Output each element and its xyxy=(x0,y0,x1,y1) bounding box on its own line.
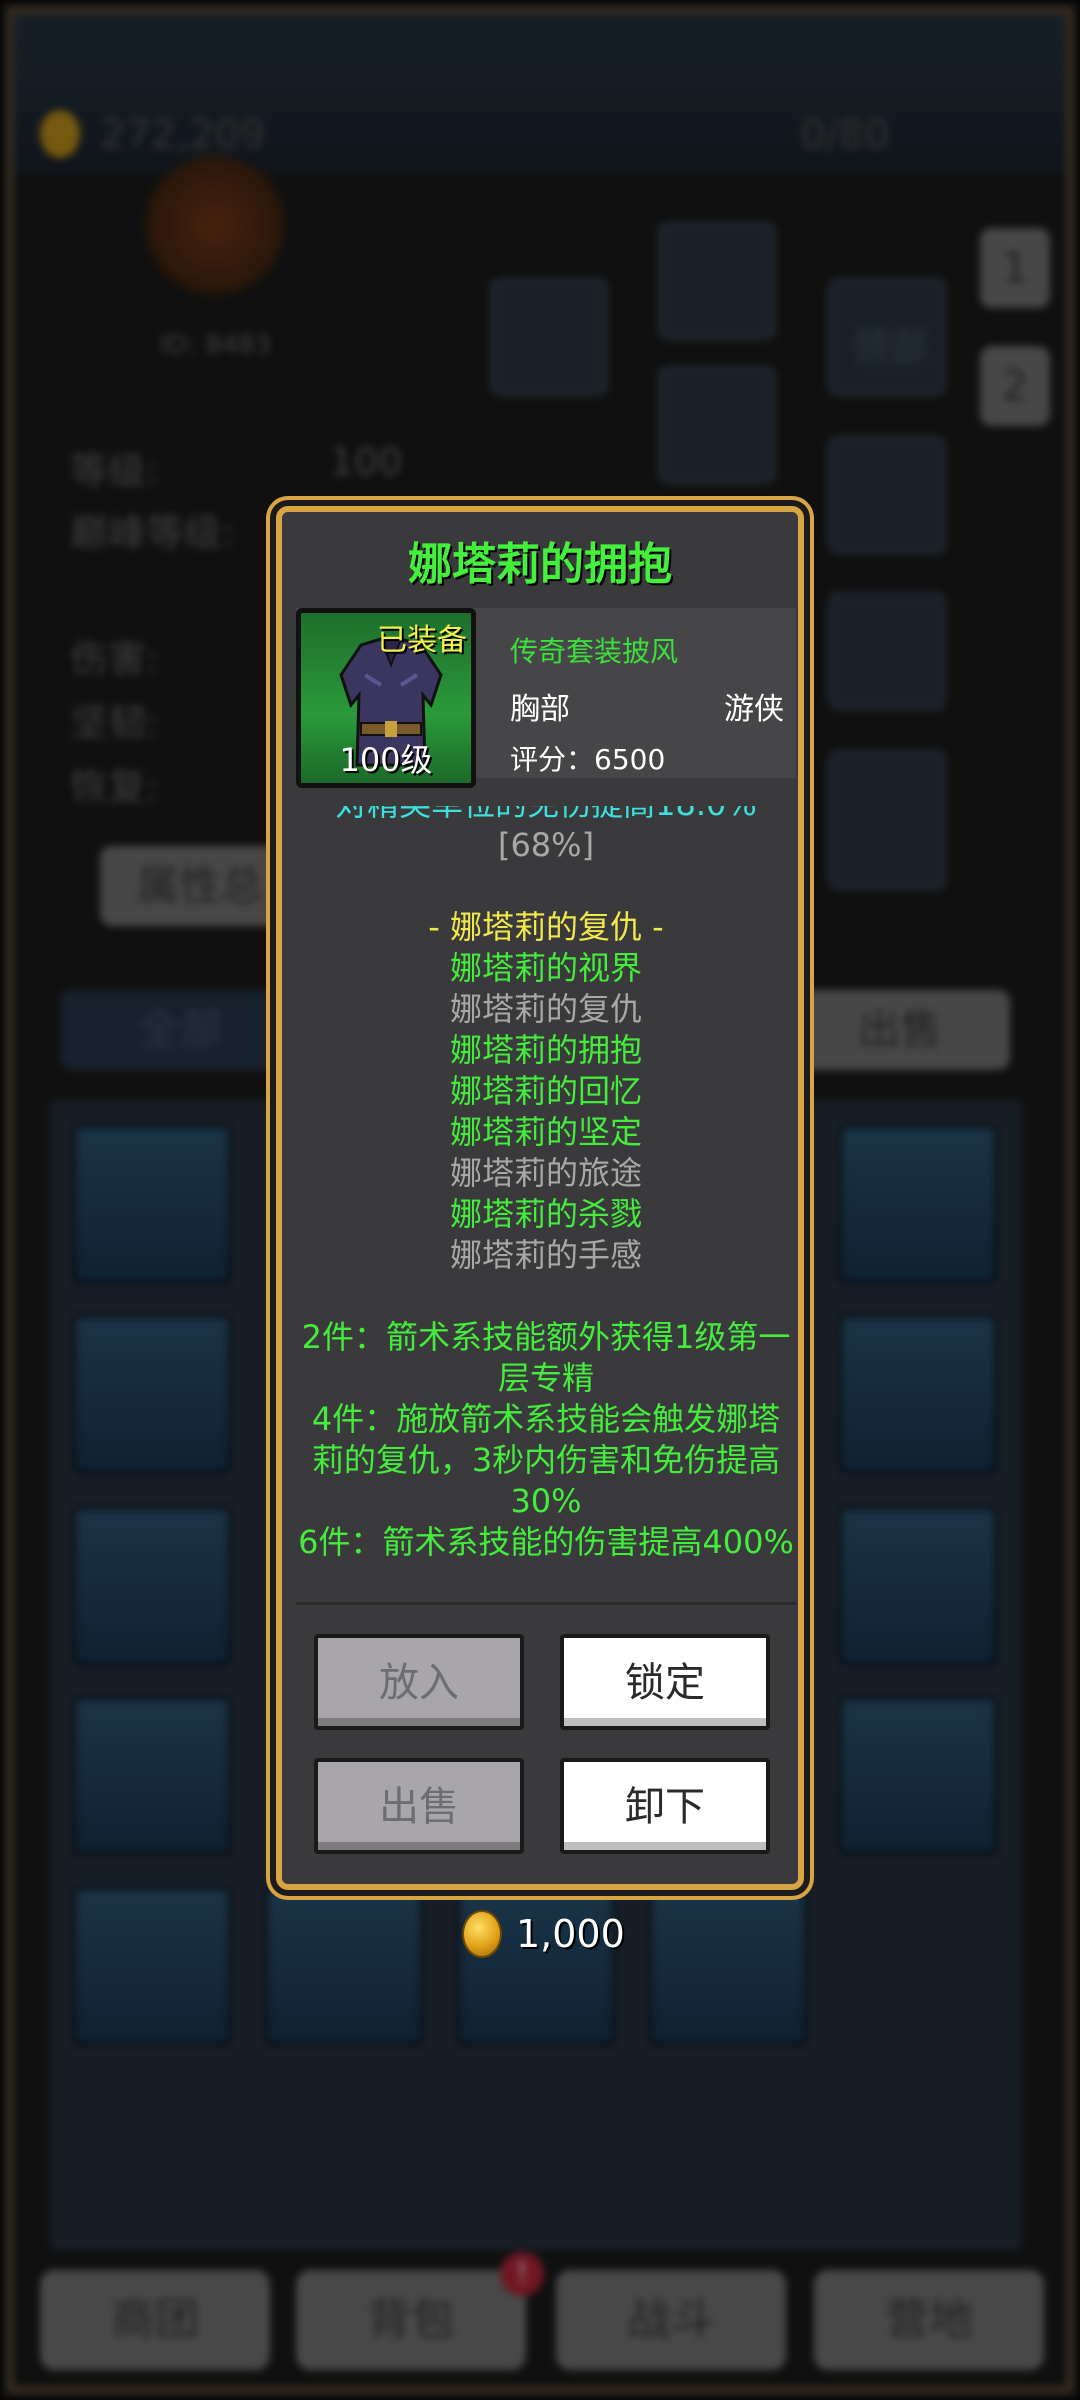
gold-coin-icon xyxy=(462,1910,502,1958)
set-piece: 娜塔莉的复仇 xyxy=(449,990,642,1028)
set-piece: 娜塔莉的坚定 xyxy=(449,1113,642,1151)
set-piece: 娜塔莉的视界 xyxy=(449,949,642,987)
item-icon: 已装备 100级 xyxy=(296,608,476,788)
item-score: 评分：6500 xyxy=(510,743,666,776)
stat-line: 对精英单位的免伤提高18.0% xyxy=(296,806,796,825)
divider xyxy=(296,1602,796,1605)
set-bonus-6: 6件：箭术系技能的伤害提高400% xyxy=(298,1523,794,1561)
set-piece: 娜塔莉的旅途 xyxy=(449,1154,642,1192)
item-slot: 胸部 xyxy=(510,692,570,727)
item-title: 娜塔莉的拥抱 xyxy=(408,539,672,590)
sell-button[interactable]: 出售 xyxy=(314,1758,524,1854)
set-title: - 娜塔莉的复仇 - xyxy=(428,908,664,946)
set-piece: 娜塔莉的杀戮 xyxy=(449,1195,642,1233)
stat-percent: [68%] xyxy=(497,826,595,864)
unequip-button[interactable]: 卸下 xyxy=(560,1758,770,1854)
set-piece: 娜塔莉的回忆 xyxy=(449,1072,642,1110)
set-piece: 娜塔莉的拥抱 xyxy=(449,1031,642,1069)
item-detail-dialog: 娜塔莉的拥抱 已装备 100级 传奇套装披风 胸部 游侠 评分：6500 对精英… xyxy=(276,506,804,1890)
set-bonus-4: 4件：施放箭术系技能会触发娜塔莉的复仇，3秒内伤害和免伤提高30% xyxy=(311,1400,781,1520)
set-piece: 娜塔莉的手感 xyxy=(449,1236,642,1274)
price-amount: 1,000 xyxy=(516,1912,625,1956)
item-type: 传奇套装披风 xyxy=(510,635,679,668)
item-class: 游侠 xyxy=(724,692,784,727)
set-bonus-2: 2件：箭术系技能额外获得1级第一层专精 xyxy=(301,1318,791,1397)
put-in-button[interactable]: 放入 xyxy=(314,1634,524,1730)
equipped-badge: 已装备 xyxy=(377,623,467,658)
item-description-scroll[interactable]: 对精英单位的免伤提高18.0% [68%] - 娜塔莉的复仇 - 娜塔莉的视界 … xyxy=(296,806,796,1594)
sell-price: 1,000 xyxy=(462,1906,625,1962)
item-level: 100级 xyxy=(339,741,433,779)
lock-button[interactable]: 锁定 xyxy=(560,1634,770,1730)
